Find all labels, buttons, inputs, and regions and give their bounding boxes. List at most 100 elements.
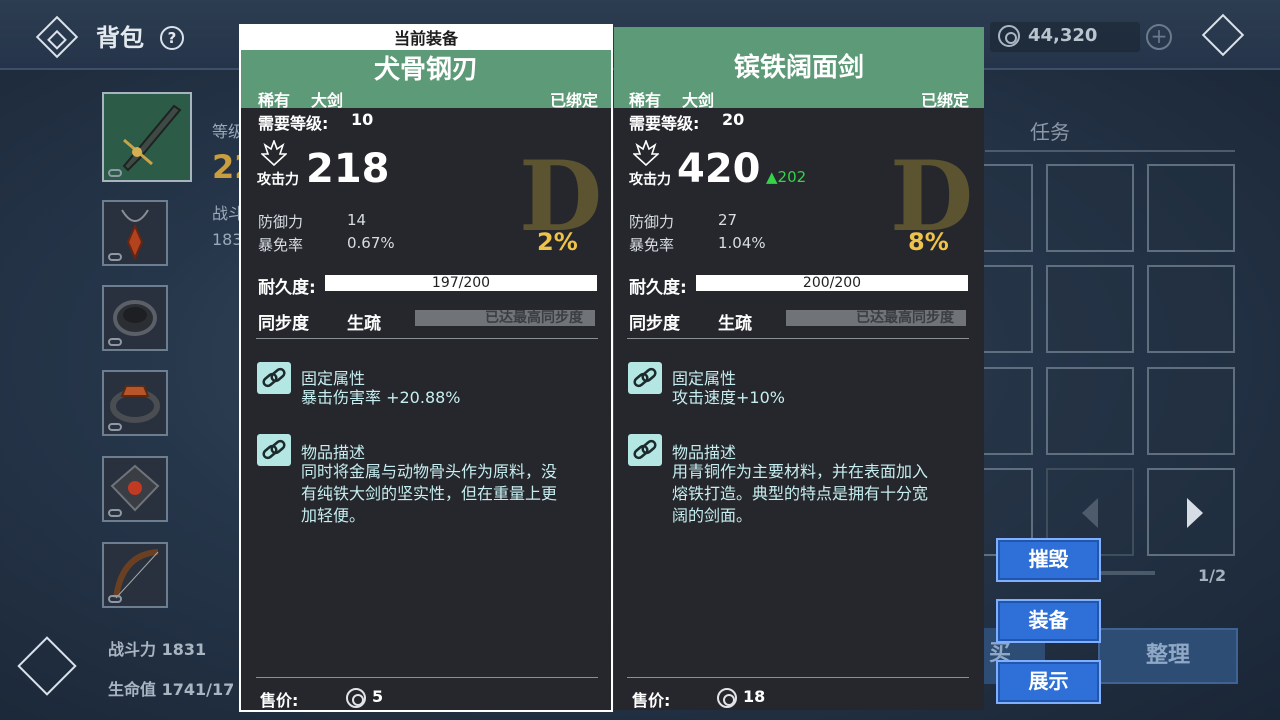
attack-delta: ▲202 <box>766 168 807 186</box>
fixed-attr-link-icon <box>257 362 291 394</box>
hp-stat: 生命值 1741/17 <box>108 680 235 699</box>
description-line: 用青铜作为主要材料，并在表面加入 <box>672 462 929 481</box>
currency-amount: 44,320 <box>1028 25 1098 46</box>
description-line: 熔铁打造。典型的特点是拥有十分宽 <box>672 484 929 503</box>
description-line: 有纯铁大剑的坚实性，但在重量上更 <box>301 484 558 503</box>
power-number-fragment: 183 <box>212 230 243 249</box>
fixed-attr-title: 固定属性 <box>301 369 366 388</box>
fixed-attr-link-icon <box>628 362 662 394</box>
sync-state: 生疏 <box>347 314 381 334</box>
price-value: 18 <box>743 687 766 706</box>
attack-label: 攻击力 <box>629 172 671 188</box>
inventory-grid-cell[interactable] <box>1147 367 1235 455</box>
bound-link-icon <box>108 509 122 517</box>
grade-percent: 2% <box>537 228 578 256</box>
crit-resist-label: 暴免率 <box>258 236 304 254</box>
sort-button-label: 整理 <box>1145 643 1190 668</box>
item-type: 大剑 <box>682 91 715 110</box>
description-link-icon <box>628 434 662 466</box>
attack-value: 218 <box>306 146 390 192</box>
coin-icon <box>998 25 1020 47</box>
required-level-label: 需要等级: <box>258 114 329 133</box>
bound-link-icon <box>108 169 122 177</box>
description-line: 加轻便。 <box>301 506 366 525</box>
tab-underline <box>985 150 1235 152</box>
bound-status: 已绑定 <box>550 91 599 110</box>
durability-label: 耐久度: <box>258 278 316 298</box>
durability-label: 耐久度: <box>629 278 687 298</box>
description-title: 物品描述 <box>672 443 737 462</box>
item-slot-emblem[interactable] <box>102 456 168 522</box>
item-rarity: 稀有 <box>629 91 662 110</box>
inventory-grid-cell[interactable] <box>1147 164 1235 252</box>
description-line: 同时将金属与动物骨头作为原料，没 <box>301 462 558 481</box>
attack-value: 420 <box>677 146 761 192</box>
equip-button[interactable]: 装备 <box>996 599 1101 643</box>
defense-value: 27 <box>718 211 738 229</box>
bound-status: 已绑定 <box>921 91 970 110</box>
required-level-value: 20 <box>722 110 745 129</box>
fixed-attr-title: 固定属性 <box>672 369 737 388</box>
inventory-grid-cell[interactable] <box>1147 265 1235 353</box>
item-slot-bow[interactable] <box>102 542 168 608</box>
durability-bar: 200/200 <box>696 275 968 291</box>
price-coin-icon <box>717 688 737 708</box>
sort-button[interactable]: 整理 <box>1098 628 1238 684</box>
item-slot-necklace[interactable] <box>102 200 168 266</box>
item-slot-ring[interactable] <box>102 370 168 436</box>
current-equipped-label: 当前装备 <box>393 29 458 48</box>
divider <box>256 677 598 678</box>
equip-button-label: 装备 <box>1028 608 1069 632</box>
attack-label: 攻击力 <box>257 172 299 188</box>
bone-blade-icon <box>122 104 182 172</box>
add-currency-plus-icon[interactable]: + <box>1146 24 1172 50</box>
fixed-attr-value: 暴击伤害率 +20.88% <box>301 388 461 407</box>
item-slot-bracer[interactable] <box>102 285 168 351</box>
item-type: 大剑 <box>311 91 344 110</box>
crit-resist-value: 0.67% <box>347 234 395 252</box>
destroy-button[interactable]: 摧毁 <box>996 538 1101 582</box>
combat-power-stat: 战斗力 1831 <box>108 640 207 659</box>
tab-task[interactable]: 任务 <box>1030 116 1070 145</box>
price-label: 售价: <box>260 691 299 710</box>
sync-bar: 已达最高同步度 <box>786 310 966 326</box>
price-value: 5 <box>372 687 384 706</box>
divider <box>627 677 969 678</box>
defense-label: 防御力 <box>258 213 304 231</box>
defense-value: 14 <box>347 211 367 229</box>
divider <box>256 338 598 339</box>
item-slot-greatsword[interactable] <box>102 92 192 182</box>
item-name: 镔铁阔面剑 <box>733 53 864 83</box>
attack-flame-icon <box>633 140 659 166</box>
required-level-value: 10 <box>351 110 374 129</box>
bound-link-icon <box>108 423 122 431</box>
sync-state: 生疏 <box>718 314 752 334</box>
fixed-attr-value: 攻击速度+10% <box>672 388 785 407</box>
price-coin-icon <box>346 688 366 708</box>
sync-label: 同步度 <box>629 314 680 334</box>
help-icon[interactable]: ? <box>160 26 184 50</box>
destroy-button-label: 摧毁 <box>1028 547 1069 571</box>
defense-label: 防御力 <box>629 213 675 231</box>
divider <box>627 338 969 339</box>
required-level-label: 需要等级: <box>629 114 700 133</box>
grade-percent: 8% <box>908 228 949 256</box>
inventory-grid-cell[interactable] <box>1046 265 1134 353</box>
description-link-icon <box>257 434 291 466</box>
show-button[interactable]: 展示 <box>996 660 1101 704</box>
bound-link-icon <box>108 253 122 261</box>
inventory-grid-cell[interactable] <box>1046 367 1134 455</box>
inventory-grid-cell[interactable] <box>1046 164 1134 252</box>
arrow-right-icon <box>1187 498 1203 528</box>
crit-resist-value: 1.04% <box>718 234 766 252</box>
item-name: 犬骨钢刃 <box>373 55 478 85</box>
sync-bar: 已达最高同步度 <box>415 310 595 326</box>
next-page-button[interactable] <box>1147 468 1235 556</box>
description-line: 阔的剑面。 <box>672 506 753 525</box>
description-title: 物品描述 <box>301 443 366 462</box>
bound-link-icon <box>108 595 122 603</box>
sync-label: 同步度 <box>258 314 309 334</box>
durability-bar: 197/200 <box>325 275 597 291</box>
expand-up-diamond-icon[interactable] <box>17 636 77 696</box>
page-indicator: 1/2 <box>1198 566 1227 585</box>
